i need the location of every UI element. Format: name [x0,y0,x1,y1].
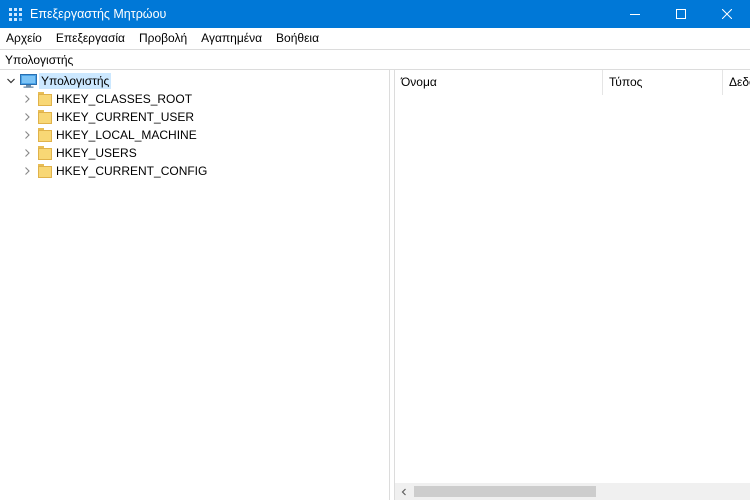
tree-item-label: HKEY_CLASSES_ROOT [56,92,193,106]
folder-icon [38,110,52,124]
minimize-button[interactable] [612,0,658,28]
tree-item-hkey-users[interactable]: HKEY_USERS [21,144,137,162]
window-title: Επεξεργαστής Μητρώου [30,7,167,21]
title-bar[interactable]: Επεξεργαστής Μητρώου [0,0,750,28]
column-header-name[interactable]: Όνομα [395,70,603,95]
folder-icon [38,92,52,106]
tree-item-hkey-current-user[interactable]: HKEY_CURRENT_USER [21,108,194,126]
column-header-type[interactable]: Τύπος [603,70,723,95]
tree-pane[interactable]: Υπολογιστής HKEY_CLASSES_ROOT HKEY_CURRE… [0,70,389,500]
scroll-left-button[interactable] [395,483,412,500]
chevron-left-icon [401,488,406,495]
tree-root-computer[interactable]: Υπολογιστής [5,72,112,90]
menu-bar: Αρχείο Επεξεργασία Προβολή Αγαπημένα Βοή… [0,28,750,49]
address-bar[interactable]: Υπολογιστής [0,49,750,70]
tree-item-label: HKEY_USERS [56,146,137,160]
chevron-down-icon[interactable] [5,75,17,87]
chevron-right-icon[interactable] [21,93,33,105]
menu-file[interactable]: Αρχείο [0,28,49,49]
tree-item-hkey-local-machine[interactable]: HKEY_LOCAL_MACHINE [21,126,197,144]
menu-favorites[interactable]: Αγαπημένα [194,28,269,49]
menu-edit[interactable]: Επεξεργασία [49,28,132,49]
column-header-data[interactable]: Δεδομένα [723,70,750,95]
close-icon [722,9,732,19]
scroll-track[interactable] [412,483,750,500]
maximize-button[interactable] [658,0,704,28]
list-header: Όνομα Τύπος Δεδομένα [395,70,750,95]
folder-icon [38,164,52,178]
menu-help[interactable]: Βοήθεια [269,28,326,49]
folder-icon [38,146,52,160]
tree-item-label: HKEY_LOCAL_MACHINE [56,128,197,142]
chevron-right-icon[interactable] [21,129,33,141]
values-list-pane[interactable]: Όνομα Τύπος Δεδομένα [395,70,750,500]
registry-editor-icon [8,6,24,22]
chevron-right-icon[interactable] [21,165,33,177]
tree-root-label: Υπολογιστής [39,73,112,89]
values-list[interactable] [395,95,750,480]
tree-item-label: HKEY_CURRENT_USER [56,110,195,124]
tree-item-hkey-classes-root[interactable]: HKEY_CLASSES_ROOT [21,90,192,108]
chevron-right-icon[interactable] [21,147,33,159]
menu-view[interactable]: Προβολή [132,28,194,49]
tree-item-hkey-current-config[interactable]: HKEY_CURRENT_CONFIG [21,162,207,180]
tree-item-label: HKEY_CURRENT_CONFIG [56,164,208,178]
folder-icon [38,128,52,142]
chevron-right-icon[interactable] [21,111,33,123]
address-path[interactable]: Υπολογιστής [0,53,73,67]
minimize-icon [630,14,640,15]
horizontal-scrollbar[interactable] [395,483,750,500]
computer-icon [20,74,37,88]
scroll-thumb[interactable] [414,486,596,497]
maximize-icon [676,9,686,19]
close-button[interactable] [704,0,750,28]
